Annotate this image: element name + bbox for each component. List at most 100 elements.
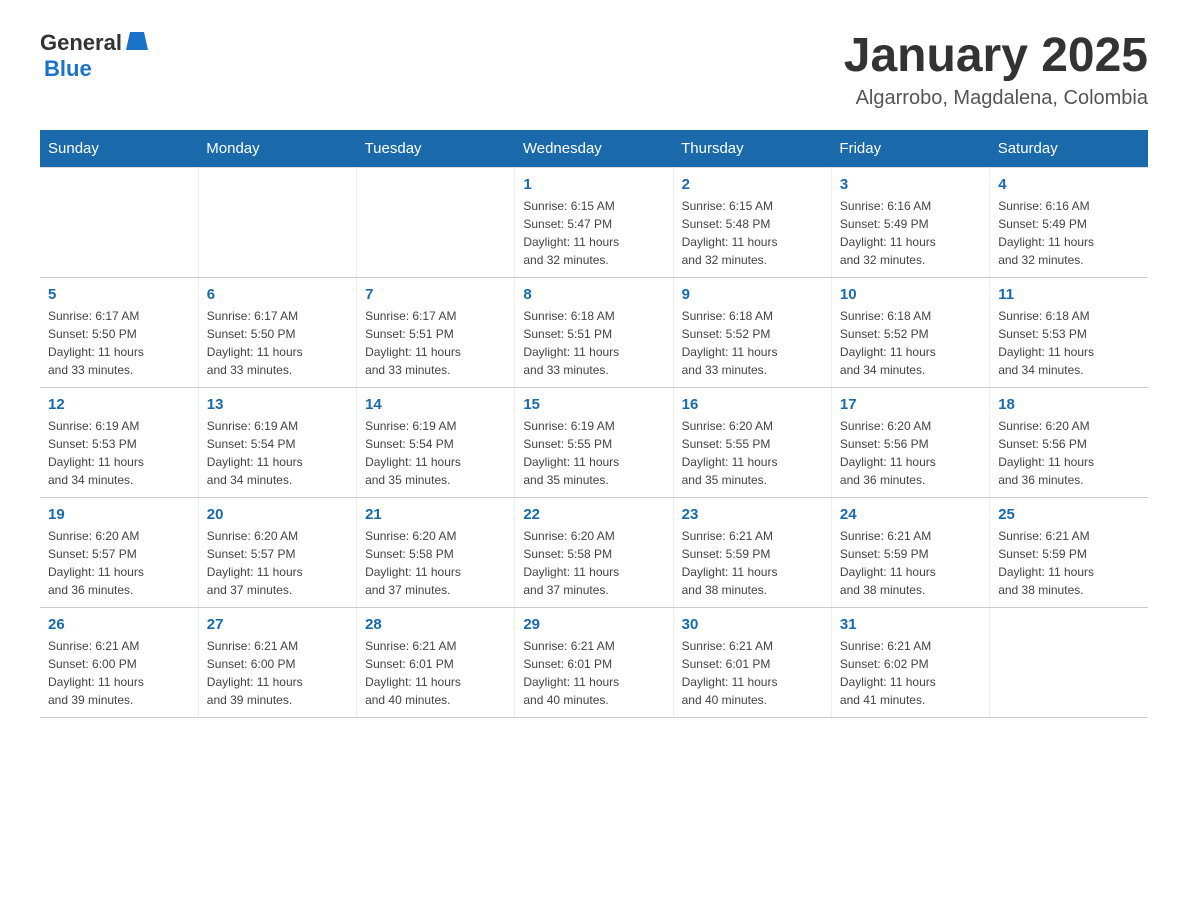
day-number: 23 bbox=[682, 506, 823, 523]
day-info: Sunrise: 6:21 AM Sunset: 6:00 PM Dayligh… bbox=[48, 637, 190, 709]
day-info: Sunrise: 6:17 AM Sunset: 5:50 PM Dayligh… bbox=[48, 307, 190, 379]
day-number: 4 bbox=[998, 176, 1140, 193]
day-number: 8 bbox=[523, 286, 664, 303]
day-number: 3 bbox=[840, 176, 981, 193]
calendar-cell: 23 Sunrise: 6:21 AM Sunset: 5:59 PM Dayli… bbox=[673, 497, 831, 607]
day-info: Sunrise: 6:20 AM Sunset: 5:56 PM Dayligh… bbox=[998, 417, 1140, 489]
calendar-cell: 4 Sunrise: 6:16 AM Sunset: 5:49 PM Daylig… bbox=[990, 167, 1148, 277]
day-info: Sunrise: 6:21 AM Sunset: 5:59 PM Dayligh… bbox=[998, 527, 1140, 599]
day-number: 22 bbox=[523, 506, 664, 523]
calendar-cell: 15 Sunrise: 6:19 AM Sunset: 5:55 PM Dayli… bbox=[515, 387, 673, 497]
calendar-cell: 17 Sunrise: 6:20 AM Sunset: 5:56 PM Dayli… bbox=[831, 387, 989, 497]
calendar-header-row: SundayMondayTuesdayWednesdayThursdayFrid… bbox=[40, 130, 1148, 168]
calendar-cell: 19 Sunrise: 6:20 AM Sunset: 5:57 PM Dayli… bbox=[40, 497, 198, 607]
day-number: 5 bbox=[48, 286, 190, 303]
calendar-cell: 25 Sunrise: 6:21 AM Sunset: 5:59 PM Dayli… bbox=[990, 497, 1148, 607]
calendar-week-row: 5 Sunrise: 6:17 AM Sunset: 5:50 PM Daylig… bbox=[40, 277, 1148, 387]
calendar-cell: 24 Sunrise: 6:21 AM Sunset: 5:59 PM Dayli… bbox=[831, 497, 989, 607]
day-number: 25 bbox=[998, 506, 1140, 523]
logo-text-general: General bbox=[40, 30, 122, 56]
logo-triangle-icon bbox=[126, 32, 148, 50]
calendar-cell: 2 Sunrise: 6:15 AM Sunset: 5:48 PM Daylig… bbox=[673, 167, 831, 277]
day-number: 1 bbox=[523, 176, 664, 193]
calendar-header-sunday: Sunday bbox=[40, 130, 198, 168]
day-info: Sunrise: 6:19 AM Sunset: 5:55 PM Dayligh… bbox=[523, 417, 664, 489]
day-number: 2 bbox=[682, 176, 823, 193]
day-info: Sunrise: 6:21 AM Sunset: 6:01 PM Dayligh… bbox=[365, 637, 506, 709]
calendar-header-friday: Friday bbox=[831, 130, 989, 168]
calendar-header-monday: Monday bbox=[198, 130, 356, 168]
day-info: Sunrise: 6:18 AM Sunset: 5:52 PM Dayligh… bbox=[682, 307, 823, 379]
calendar-cell: 12Sunrise: 6:19 AM Sunset: 5:53 PM Dayli… bbox=[40, 387, 198, 497]
day-number: 19 bbox=[48, 506, 190, 523]
day-number: 27 bbox=[207, 616, 348, 633]
calendar-cell: 9 Sunrise: 6:18 AM Sunset: 5:52 PM Daylig… bbox=[673, 277, 831, 387]
calendar-cell: 29 Sunrise: 6:21 AM Sunset: 6:01 PM Dayli… bbox=[515, 607, 673, 717]
calendar-cell: 31 Sunrise: 6:21 AM Sunset: 6:02 PM Dayli… bbox=[831, 607, 989, 717]
day-info: Sunrise: 6:19 AM Sunset: 5:54 PM Dayligh… bbox=[207, 417, 348, 489]
day-info: Sunrise: 6:21 AM Sunset: 6:01 PM Dayligh… bbox=[523, 637, 664, 709]
day-info: Sunrise: 6:20 AM Sunset: 5:58 PM Dayligh… bbox=[523, 527, 664, 599]
day-number: 28 bbox=[365, 616, 506, 633]
day-number: 9 bbox=[682, 286, 823, 303]
calendar-cell: 30 Sunrise: 6:21 AM Sunset: 6:01 PM Dayli… bbox=[673, 607, 831, 717]
calendar-cell: 7 Sunrise: 6:17 AM Sunset: 5:51 PM Daylig… bbox=[357, 277, 515, 387]
calendar-week-row: 26 Sunrise: 6:21 AM Sunset: 6:00 PM Dayli… bbox=[40, 607, 1148, 717]
calendar-header-wednesday: Wednesday bbox=[515, 130, 673, 168]
calendar-cell: 28 Sunrise: 6:21 AM Sunset: 6:01 PM Dayli… bbox=[357, 607, 515, 717]
calendar-cell: 3Sunrise: 6:16 AM Sunset: 5:49 PM Daylig… bbox=[831, 167, 989, 277]
calendar-cell: 22 Sunrise: 6:20 AM Sunset: 5:58 PM Dayli… bbox=[515, 497, 673, 607]
calendar-cell: 6Sunrise: 6:17 AM Sunset: 5:50 PM Daylig… bbox=[198, 277, 356, 387]
day-number: 10 bbox=[840, 286, 981, 303]
day-info: Sunrise: 6:20 AM Sunset: 5:55 PM Dayligh… bbox=[682, 417, 823, 489]
calendar-cell: 16Sunrise: 6:20 AM Sunset: 5:55 PM Dayli… bbox=[673, 387, 831, 497]
day-info: Sunrise: 6:21 AM Sunset: 5:59 PM Dayligh… bbox=[840, 527, 981, 599]
day-info: Sunrise: 6:20 AM Sunset: 5:56 PM Dayligh… bbox=[840, 417, 981, 489]
day-info: Sunrise: 6:18 AM Sunset: 5:51 PM Dayligh… bbox=[523, 307, 664, 379]
title-section: January 2025 Algarrobo, Magdalena, Colom… bbox=[844, 30, 1148, 110]
day-number: 18 bbox=[998, 396, 1140, 413]
day-info: Sunrise: 6:21 AM Sunset: 6:01 PM Dayligh… bbox=[682, 637, 823, 709]
day-info: Sunrise: 6:18 AM Sunset: 5:53 PM Dayligh… bbox=[998, 307, 1140, 379]
day-number: 17 bbox=[840, 396, 981, 413]
day-number: 21 bbox=[365, 506, 506, 523]
calendar-header-saturday: Saturday bbox=[990, 130, 1148, 168]
calendar-cell: 27 Sunrise: 6:21 AM Sunset: 6:00 PM Dayli… bbox=[198, 607, 356, 717]
calendar-cell: 8 Sunrise: 6:18 AM Sunset: 5:51 PM Daylig… bbox=[515, 277, 673, 387]
day-info: Sunrise: 6:18 AM Sunset: 5:52 PM Dayligh… bbox=[840, 307, 981, 379]
day-info: Sunrise: 6:17 AM Sunset: 5:51 PM Dayligh… bbox=[365, 307, 506, 379]
calendar-cell: 1Sunrise: 6:15 AM Sunset: 5:47 PM Daylig… bbox=[515, 167, 673, 277]
day-info: Sunrise: 6:16 AM Sunset: 5:49 PM Dayligh… bbox=[998, 197, 1140, 269]
day-number: 15 bbox=[523, 396, 664, 413]
calendar-cell bbox=[198, 167, 356, 277]
day-number: 11 bbox=[998, 286, 1140, 303]
calendar-cell: 26 Sunrise: 6:21 AM Sunset: 6:00 PM Dayli… bbox=[40, 607, 198, 717]
day-info: Sunrise: 6:21 AM Sunset: 6:02 PM Dayligh… bbox=[840, 637, 981, 709]
calendar-week-row: 19 Sunrise: 6:20 AM Sunset: 5:57 PM Dayli… bbox=[40, 497, 1148, 607]
day-info: Sunrise: 6:15 AM Sunset: 5:48 PM Dayligh… bbox=[682, 197, 823, 269]
calendar-header-tuesday: Tuesday bbox=[357, 130, 515, 168]
day-number: 26 bbox=[48, 616, 190, 633]
day-info: Sunrise: 6:20 AM Sunset: 5:57 PM Dayligh… bbox=[48, 527, 190, 599]
day-info: Sunrise: 6:19 AM Sunset: 5:54 PM Dayligh… bbox=[365, 417, 506, 489]
calendar-cell bbox=[990, 607, 1148, 717]
day-number: 7 bbox=[365, 286, 506, 303]
day-number: 24 bbox=[840, 506, 981, 523]
calendar-cell: 5 Sunrise: 6:17 AM Sunset: 5:50 PM Daylig… bbox=[40, 277, 198, 387]
day-number: 20 bbox=[207, 506, 348, 523]
day-number: 14 bbox=[365, 396, 506, 413]
day-info: Sunrise: 6:19 AM Sunset: 5:53 PM Dayligh… bbox=[48, 417, 190, 489]
logo: General Blue bbox=[40, 30, 148, 82]
calendar-subtitle: Algarrobo, Magdalena, Colombia bbox=[844, 87, 1148, 110]
day-number: 6 bbox=[207, 286, 348, 303]
day-info: Sunrise: 6:21 AM Sunset: 6:00 PM Dayligh… bbox=[207, 637, 348, 709]
calendar-title: January 2025 bbox=[844, 30, 1148, 83]
day-number: 31 bbox=[840, 616, 981, 633]
page-header: General Blue January 2025 Algarrobo, Mag… bbox=[40, 30, 1148, 110]
calendar-cell: 11 Sunrise: 6:18 AM Sunset: 5:53 PM Dayli… bbox=[990, 277, 1148, 387]
day-number: 30 bbox=[682, 616, 823, 633]
day-number: 29 bbox=[523, 616, 664, 633]
calendar-header-thursday: Thursday bbox=[673, 130, 831, 168]
day-info: Sunrise: 6:21 AM Sunset: 5:59 PM Dayligh… bbox=[682, 527, 823, 599]
calendar-cell: 18 Sunrise: 6:20 AM Sunset: 5:56 PM Dayli… bbox=[990, 387, 1148, 497]
